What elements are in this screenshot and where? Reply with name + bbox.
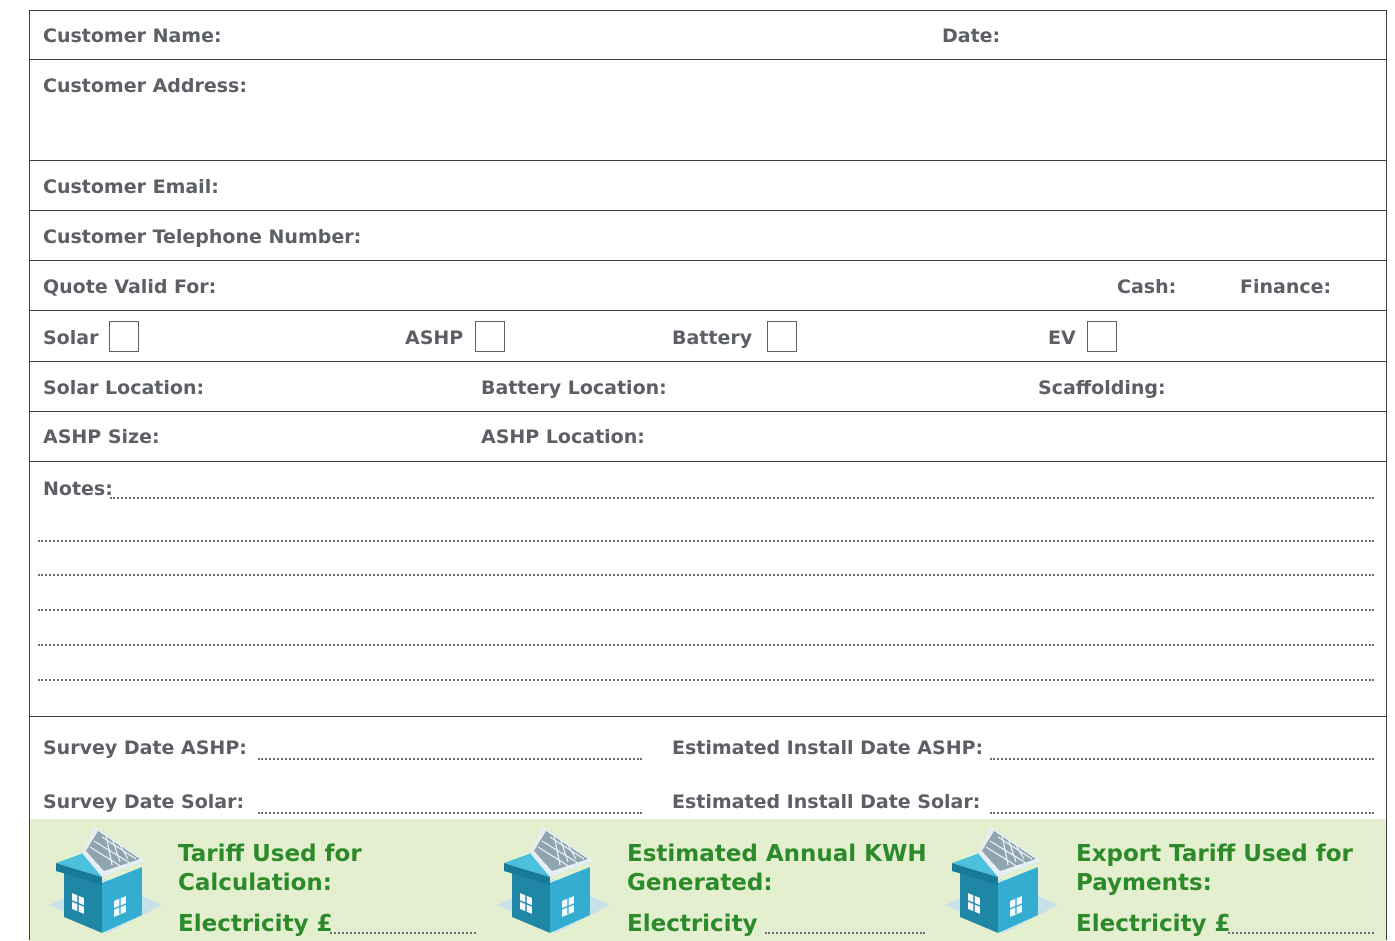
- row-quote-valid: Quote Valid For: Cash: Finance:: [30, 261, 1386, 311]
- solar-checkbox[interactable]: [109, 321, 139, 352]
- notes-label: Notes:: [43, 478, 113, 500]
- annual-kwh-electricity-label: Electricity: [627, 911, 758, 937]
- finance-label: Finance:: [1240, 276, 1332, 298]
- row-products: Solar ASHP Battery EV: [30, 311, 1386, 362]
- solar-label: Solar: [43, 327, 99, 349]
- tariff-calculation-electricity-label: Electricity £: [178, 911, 333, 937]
- ashp-label: ASHP: [405, 327, 464, 349]
- annual-kwh-field[interactable]: [765, 932, 925, 934]
- survey-date-ashp-field[interactable]: [258, 758, 642, 760]
- survey-date-solar-label: Survey Date Solar:: [43, 791, 245, 813]
- export-tariff-field[interactable]: [1228, 932, 1374, 934]
- ashp-checkbox[interactable]: [475, 321, 505, 352]
- export-tariff-title: Export Tariff Used for Payments:: [1076, 841, 1353, 896]
- ev-checkbox[interactable]: [1087, 321, 1117, 352]
- solar-house-icon: [946, 827, 1058, 933]
- est-install-ashp-label: Estimated Install Date ASHP:: [672, 737, 984, 759]
- survey-date-ashp-label: Survey Date ASHP:: [43, 737, 247, 759]
- survey-date-solar-field[interactable]: [258, 812, 642, 814]
- battery-location-label: Battery Location:: [481, 377, 667, 399]
- quote-form: Customer Name: Date: Customer Address: C…: [29, 10, 1387, 941]
- date-label: Date:: [942, 25, 1001, 47]
- solar-house-icon: [498, 827, 610, 933]
- est-install-solar-field[interactable]: [990, 812, 1374, 814]
- notes-line[interactable]: [110, 497, 1374, 499]
- annual-kwh-title: Estimated Annual KWH Generated:: [627, 841, 927, 896]
- ashp-size-label: ASHP Size:: [43, 426, 160, 448]
- row-ashp: ASHP Size: ASHP Location:: [30, 412, 1386, 462]
- customer-address-label: Customer Address:: [43, 75, 247, 97]
- row-locations: Solar Location: Battery Location: Scaffo…: [30, 362, 1386, 412]
- customer-email-label: Customer Email:: [43, 176, 219, 198]
- battery-label: Battery: [672, 327, 753, 349]
- notes-line[interactable]: [38, 679, 1374, 681]
- ev-label: EV: [1048, 327, 1076, 349]
- solar-location-label: Solar Location:: [43, 377, 205, 399]
- battery-checkbox[interactable]: [767, 321, 797, 352]
- customer-name-label: Customer Name:: [43, 25, 222, 47]
- tariff-calculation-field[interactable]: [330, 932, 476, 934]
- scaffolding-label: Scaffolding:: [1038, 377, 1166, 399]
- notes-line[interactable]: [38, 644, 1374, 646]
- row-customer-name: Customer Name: Date:: [30, 11, 1386, 60]
- est-install-solar-label: Estimated Install Date Solar:: [672, 791, 981, 813]
- solar-house-icon: [50, 827, 162, 933]
- row-customer-email: Customer Email:: [30, 161, 1386, 211]
- row-customer-address: Customer Address:: [30, 60, 1386, 161]
- notes-line[interactable]: [38, 609, 1374, 611]
- notes-line[interactable]: [38, 574, 1374, 576]
- est-install-ashp-field[interactable]: [990, 758, 1374, 760]
- quote-valid-label: Quote Valid For:: [43, 276, 217, 298]
- notes-line[interactable]: [38, 540, 1374, 542]
- export-tariff-electricity-label: Electricity £: [1076, 911, 1231, 937]
- row-customer-telephone: Customer Telephone Number:: [30, 211, 1386, 261]
- tariff-band: Tariff Used for Calculation: Electricity…: [30, 819, 1386, 941]
- cash-label: Cash:: [1117, 276, 1177, 298]
- customer-telephone-label: Customer Telephone Number:: [43, 226, 362, 248]
- ashp-location-label: ASHP Location:: [481, 426, 645, 448]
- tariff-calculation-title: Tariff Used for Calculation:: [178, 841, 362, 896]
- notes-section: Notes:: [30, 462, 1386, 717]
